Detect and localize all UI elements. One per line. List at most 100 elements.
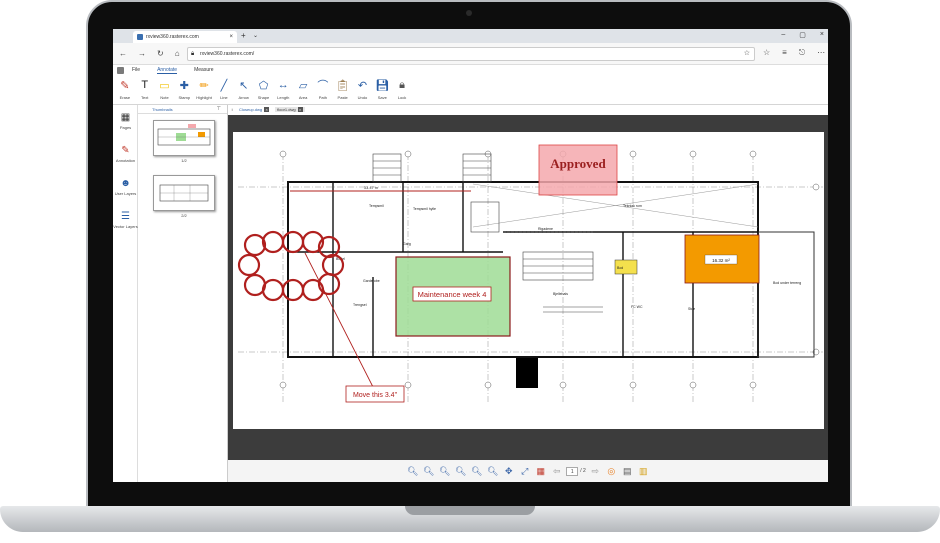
favorites-icon[interactable]: ☆ [763,48,770,58]
menu-file[interactable]: File [132,67,140,73]
room-label: Rigadene [538,227,553,231]
thumbnail-page-1[interactable] [153,120,215,156]
close-window-icon[interactable]: × [820,31,824,39]
viewer-toolbar: 🔍︎ 🔍︎ 🔍︎ 🔍︎ 🔍︎ 🔍︎ ✥ ⤢ ▦ ⇦ 1 / 2 ⇨ ◎ ▤ ▥ [228,460,828,482]
tool-text-button[interactable]: T Text [135,75,155,104]
doc-tab-floor1[interactable]: floor1.dwg × [275,107,305,112]
room-label: Garderobe [363,279,380,283]
sidebar-item-annotation[interactable]: ✎ Annotation [113,138,138,164]
annotation-ribbon: ✎ Erase T Text ▭ Note ✚ Stamp ✏ Highlight ╱ Line ↖ Ar… [113,75,828,105]
drawing-canvas[interactable]: Tempsmil Tempsmil hylle Garg Bodel Garde… [228,115,828,460]
thumbnail-page-2[interactable] [153,175,215,211]
browser-tab[interactable]: rxview360.rasterex.com × [133,31,237,43]
tool-arrow-button[interactable]: ↖ Arrow [234,75,254,104]
tool-note-button[interactable]: ▭ Note [155,75,175,104]
thumbnail-panel: Thumbnails ⊤ 1/2 2/2 [138,105,228,482]
more-icon[interactable]: ⋯ [817,48,825,58]
menu-measure[interactable]: Measure [194,67,213,73]
thumbnail-header: Thumbnails ⊤ [138,105,227,114]
magnify-icon[interactable]: ⤢ [518,465,531,478]
tool-label: Erase [119,95,131,100]
user-layers-icon: ☻ [120,177,131,189]
tool-undo-button[interactable]: ↶ Undo [353,75,373,104]
reading-list-icon[interactable]: ≡ [782,48,787,58]
menu-annotate[interactable]: Annotate [157,67,178,74]
tool-label: Lock [397,95,407,100]
rotate-icon[interactable]: ◎ [605,465,618,478]
tool-path-button[interactable]: ⌒ Path [313,75,333,104]
zoom-height-icon[interactable]: 🔍︎ [486,465,499,478]
tabs-menu-icon[interactable]: ↕ [231,107,233,112]
tool-area-button[interactable]: ▱ Area [293,75,313,104]
zoom-fit-icon[interactable]: 🔍︎ [454,465,467,478]
room-label: Stue [688,307,695,311]
zoom-out-icon[interactable]: 🔍︎ [406,465,419,478]
lock-icon: 🔒︎ [399,78,405,91]
tool-erase-button[interactable]: ✎ Erase [115,75,135,104]
zoom-width-icon[interactable]: 🔍︎ [470,465,483,478]
next-page-icon[interactable]: ⇨ [589,465,602,478]
tool-shape-button[interactable]: ⬠ Shape [254,75,274,104]
tool-stamp-button[interactable]: ✚ Stamp [174,75,194,104]
room-label: Bjellehals [553,292,568,296]
room-label: FC WC [631,305,643,309]
tool-paste-button[interactable]: 📋︎ Paste [333,75,353,104]
room-label: Trengsel [353,303,367,307]
area-measure-label: 16.32 m² [712,258,730,263]
home-icon[interactable]: ⌂ [175,49,180,58]
vector-layers-icon: ☰ [121,210,130,222]
tool-line-button[interactable]: ╱ Line [214,75,234,104]
sidebar-item-user-layers[interactable]: ☻ User Layers [113,171,138,197]
pan-icon[interactable]: ✥ [502,465,515,478]
tool-label: Path [318,95,327,100]
doc-tab-closeup[interactable]: Closeup.dwg × [237,107,271,112]
forward-icon[interactable]: → [138,49,146,58]
minimize-icon[interactable]: – [781,31,785,39]
tool-length-button[interactable]: ↔ Length [273,75,293,104]
close-doc-icon[interactable]: × [297,107,303,112]
doc-tab-label: floor1.dwg [277,107,296,112]
tool-label: Highlight [196,95,212,100]
maintenance-callout-text: Maintenance week 4 [418,290,487,299]
prev-page-icon[interactable]: ⇦ [550,465,563,478]
pin-icon[interactable]: ⊤ [217,106,221,112]
url-input[interactable]: 🔒︎ rxview360.rasterex.com/ ☆ [187,47,755,61]
new-tab-icon[interactable]: + [241,31,246,40]
zoom-in-icon[interactable]: 🔍︎ [422,465,435,478]
tool-lock-button[interactable]: 🔒︎ Lock [392,75,412,104]
print-icon[interactable]: ▥ [637,465,650,478]
tool-highlight-button[interactable]: ✏ Highlight [194,75,214,104]
favorite-star-icon[interactable]: ☆ [744,48,750,60]
tool-label: Undo [357,95,368,100]
document-icon[interactable]: ▤ [621,465,634,478]
close-tab-icon[interactable]: × [229,34,233,40]
tool-label: Stamp [178,95,191,100]
url-text: rxview360.rasterex.com/ [200,51,255,57]
room-label: Tekniak rom [623,204,642,208]
tab-list-icon[interactable]: ⌄ [253,32,258,39]
page-number-input[interactable]: 1 [566,466,579,476]
zoom-window-icon[interactable]: 🔍︎ [438,465,451,478]
paste-icon: 📋︎ [335,79,350,92]
path-icon: ⌒ [317,80,329,92]
screen: rxview360.rasterex.com × + ⌄ – ▢ × ← → ↻… [113,29,828,482]
room-label: Bod under terreng [773,281,801,285]
length-icon: ↔ [277,79,289,91]
share-icon[interactable]: ⎋ [799,48,805,58]
highlight-icon: ✏ [199,79,209,92]
line-icon: ╱ [220,79,228,92]
refresh-icon[interactable]: ↻ [157,49,164,58]
area-icon: ▱ [298,79,308,92]
tool-save-button[interactable]: 💾︎ Save [372,75,392,104]
tool-label: Paste [337,95,348,100]
color-palette-icon[interactable]: ▦ [534,465,547,478]
back-icon[interactable]: ← [119,49,127,58]
sidebar-item-pages[interactable]: ▦ Pages [113,105,138,131]
sidebar-item-vector-layers[interactable]: ☰ Vector Layers [113,204,138,230]
thumbnail-label-2: 2/2 [181,213,187,218]
drawing-sheet[interactable]: Tempsmil Tempsmil hylle Garg Bodel Garde… [233,132,824,429]
close-doc-icon[interactable]: × [264,107,270,112]
room-label: Garg [403,242,411,246]
undo-icon: ↶ [357,79,368,92]
maximize-icon[interactable]: ▢ [799,31,806,39]
